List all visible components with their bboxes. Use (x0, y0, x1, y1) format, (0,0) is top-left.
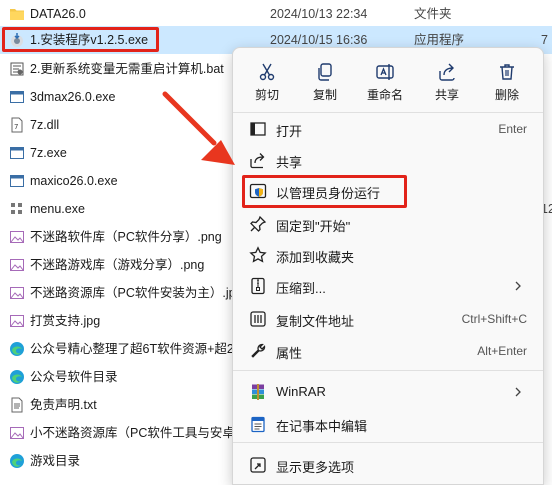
menu-item-properties[interactable]: 属性 Alt+Enter (239, 336, 537, 366)
edge-icon (10, 454, 24, 468)
menu-exe-icon (11, 203, 22, 214)
rename-button[interactable]: 重命名 (357, 56, 413, 106)
shield-icon (249, 183, 267, 199)
shortcut-hint: Enter (498, 122, 527, 136)
trash-icon (500, 64, 514, 80)
image-icon (10, 287, 24, 299)
menu-item-show-more[interactable]: 显示更多选项 (239, 450, 537, 480)
menu-item-share[interactable]: 共享 (239, 145, 537, 175)
dll-icon: 7 (11, 117, 23, 133)
menu-item-label: WinRAR (276, 384, 326, 399)
shortcut-hint: Alt+Enter (477, 344, 527, 358)
cut-button[interactable]: 剪切 (239, 56, 295, 106)
chevron-right-icon (515, 281, 521, 291)
menu-item-label: 显示更多选项 (276, 460, 355, 475)
file-name: 1.安装程序v1.2.5.exe (30, 33, 149, 47)
share-icon (250, 153, 265, 169)
zip-icon (251, 277, 265, 295)
file-date: 2024/10/13 22:34 (270, 7, 368, 21)
file-name: 打赏支持.jpg (30, 314, 101, 328)
menu-item-add-favorites[interactable]: 添加到收藏夹 (239, 240, 537, 270)
wrench-icon (251, 343, 266, 358)
context-menu: 剪切 复制 重命名 共享 删除 打开 Enter 共享 以管理员身份运行 固定到… (232, 47, 544, 485)
menu-item-label: 在记事本中编辑 (276, 419, 368, 434)
list-item[interactable]: DATA26.0 2024/10/13 22:34 文件夹 (0, 0, 552, 28)
cut-label: 剪切 (254, 88, 279, 102)
menu-item-label: 压缩到... (276, 281, 326, 296)
share-button[interactable]: 共享 (419, 56, 475, 106)
menu-item-winrar[interactable]: WinRAR (239, 377, 537, 407)
menu-divider (233, 112, 543, 113)
menu-item-label: 添加到收藏夹 (276, 250, 355, 265)
exe-icon (10, 175, 24, 187)
exe-icon (10, 91, 24, 103)
bat-icon (10, 62, 24, 76)
file-name: menu.exe (30, 202, 85, 216)
file-size: 7 (541, 33, 548, 47)
menu-item-label: 共享 (276, 155, 303, 170)
share-label: 共享 (434, 88, 459, 102)
edge-icon (10, 342, 24, 356)
file-name: 2.更新系统变量无需重启计算机.bat (30, 62, 224, 76)
more-options-icon (250, 457, 266, 473)
file-name: 不迷路软件库（PC软件分享）.png (30, 230, 222, 244)
file-date: 2024/10/15 16:36 (270, 33, 368, 47)
file-name: 公众号精心整理了超6T软件资源+超20 (30, 342, 241, 356)
menu-item-label: 复制文件地址 (276, 314, 355, 329)
rename-label: 重命名 (366, 88, 403, 102)
file-name: 小不迷路资源库（PC软件工具与安卓软 (30, 426, 248, 440)
file-name: 7z.dll (30, 118, 60, 132)
menu-item-label: 打开 (276, 124, 303, 139)
copy-label: 复制 (312, 88, 337, 102)
file-name: 游戏目录 (30, 454, 81, 468)
scissors-icon (259, 63, 275, 81)
installer-icon (11, 33, 23, 47)
file-name: 公众号软件目录 (30, 370, 118, 384)
share-icon (439, 63, 455, 81)
image-icon (10, 315, 24, 327)
file-name: 不迷路资源库（PC软件安装为主）.jpg (30, 286, 243, 300)
menu-divider (233, 370, 543, 371)
file-name: DATA26.0 (30, 7, 86, 21)
menu-item-pin-start[interactable]: 固定到"开始" (239, 209, 537, 239)
edge-icon (10, 370, 24, 384)
shortcut-hint: Ctrl+Shift+C (461, 312, 527, 326)
explorer-window: DATA26.0 2024/10/13 22:34 文件夹 1.安装程序v1.2… (0, 0, 552, 485)
rename-icon (376, 64, 394, 80)
svg-text:7: 7 (14, 123, 18, 131)
file-type: 应用程序 (414, 33, 465, 47)
folder-icon (10, 9, 24, 20)
file-name: 不迷路游戏库（游戏分享）.png (30, 258, 205, 272)
menu-item-run-as-admin[interactable]: 以管理员身份运行 (239, 176, 537, 206)
image-icon (10, 427, 24, 439)
winrar-icon (252, 384, 264, 400)
menu-item-open[interactable]: 打开 Enter (239, 114, 537, 144)
file-name: 3dmax26.0.exe (30, 90, 116, 104)
copy-icon (318, 63, 332, 81)
file-name: maxico26.0.exe (30, 174, 118, 188)
menu-item-compress[interactable]: 压缩到... (239, 271, 537, 301)
delete-label: 删除 (494, 88, 519, 102)
open-icon (250, 122, 266, 136)
path-copy-icon (250, 311, 266, 327)
star-icon (249, 246, 267, 263)
chevron-right-icon (515, 387, 521, 397)
file-type: 文件夹 (414, 7, 452, 21)
menu-item-label: 以管理员身份运行 (276, 186, 381, 201)
menu-divider (233, 442, 543, 443)
pin-icon (250, 215, 267, 232)
file-name: 免责声明.txt (30, 398, 97, 412)
text-icon (11, 397, 23, 413)
menu-item-copy-path[interactable]: 复制文件地址 Ctrl+Shift+C (239, 304, 537, 334)
exe-icon (10, 147, 24, 159)
copy-button[interactable]: 复制 (297, 56, 353, 106)
image-icon (10, 231, 24, 243)
notepad-icon (251, 416, 265, 433)
file-name: 7z.exe (30, 146, 67, 160)
menu-item-label: 固定到"开始" (276, 219, 351, 234)
menu-item-label: 属性 (276, 346, 303, 361)
image-icon (10, 259, 24, 271)
delete-button[interactable]: 删除 (479, 56, 535, 106)
menu-item-edit-notepad[interactable]: 在记事本中编辑 (239, 409, 537, 439)
